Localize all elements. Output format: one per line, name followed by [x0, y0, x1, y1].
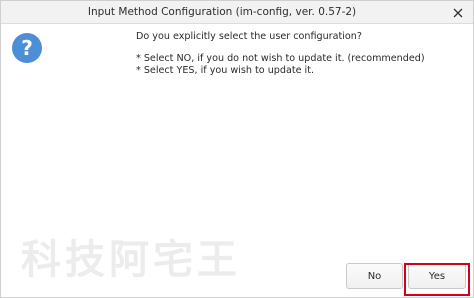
- yes-button[interactable]: Yes: [408, 263, 466, 289]
- dialog-message: Do you explicitly select the user config…: [136, 31, 456, 77]
- title-bar[interactable]: Input Method Configuration (im-config, v…: [1, 1, 473, 24]
- option-no-text: * Select NO, if you do not wish to updat…: [136, 53, 425, 64]
- question-text: Do you explicitly select the user config…: [136, 31, 362, 42]
- question-icon: ?: [12, 33, 42, 63]
- dialog-window: Input Method Configuration (im-config, v…: [0, 0, 474, 298]
- no-button[interactable]: No: [346, 263, 403, 289]
- dialog-content: ? Do you explicitly select the user conf…: [1, 24, 473, 256]
- close-button[interactable]: [443, 1, 473, 23]
- option-yes-text: * Select YES, if you wish to update it.: [136, 65, 315, 76]
- close-icon: [453, 3, 463, 22]
- window-title: Input Method Configuration (im-config, v…: [87, 6, 357, 18]
